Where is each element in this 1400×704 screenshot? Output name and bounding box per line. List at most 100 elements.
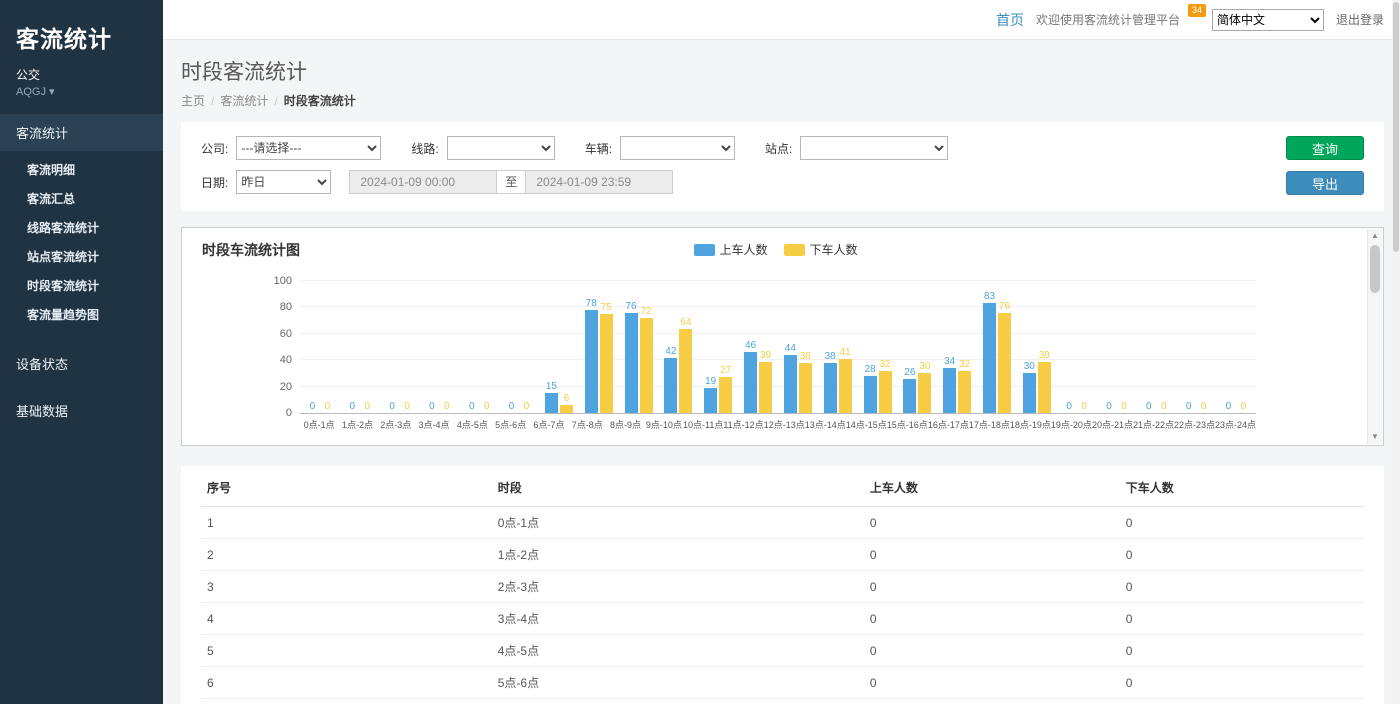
vehicle-select[interactable] bbox=[620, 136, 735, 160]
bar-group: 00 bbox=[1057, 282, 1097, 413]
y-axis-tick: 100 bbox=[274, 275, 292, 287]
bar-value-label: 6 bbox=[564, 393, 570, 404]
welcome-text: 欢迎使用客流统计管理平台 bbox=[1036, 11, 1180, 28]
sidebar-subitem[interactable]: 客流汇总 bbox=[0, 184, 163, 213]
bar-value-label: 0 bbox=[1146, 401, 1152, 412]
sidebar-subitem[interactable]: 站点客流统计 bbox=[0, 242, 163, 271]
table-row: 10点-1点00 bbox=[201, 507, 1364, 539]
date-range-separator: 至 bbox=[496, 170, 526, 194]
bar-group: 8376 bbox=[977, 282, 1017, 413]
chart-legend: 上车人数 下车人数 bbox=[693, 241, 857, 258]
bar bbox=[600, 314, 613, 413]
bar-value-label: 0 bbox=[404, 401, 410, 412]
app-logo: 客流统计 bbox=[0, 0, 163, 62]
bar-value-label: 39 bbox=[1039, 350, 1050, 361]
page-scrollbar-thumb[interactable] bbox=[1393, 2, 1399, 252]
bar-value-label: 0 bbox=[389, 401, 395, 412]
breadcrumb-separator: / bbox=[211, 94, 214, 108]
station-select[interactable] bbox=[800, 136, 948, 160]
bar-group: 00 bbox=[459, 282, 499, 413]
bar bbox=[958, 371, 971, 413]
company-select[interactable]: ---请选择--- bbox=[236, 136, 381, 160]
bar-value-label: 38 bbox=[825, 351, 836, 362]
sidebar-item-device-status[interactable]: 设备状态 bbox=[0, 345, 163, 382]
date-preset-select[interactable]: 昨日 bbox=[236, 170, 331, 194]
sidebar-subitem[interactable]: 客流明细 bbox=[0, 155, 163, 184]
bar-value-label: 0 bbox=[1226, 401, 1232, 412]
home-link[interactable]: 首页 bbox=[996, 10, 1024, 30]
vehicle-label: 车辆: bbox=[585, 140, 612, 157]
bar-value-label: 34 bbox=[944, 356, 955, 367]
user-dropdown[interactable]: AQGJ ▾ bbox=[0, 83, 163, 114]
chart-scrollbar[interactable]: ▲ ▼ bbox=[1367, 229, 1382, 444]
bar bbox=[625, 313, 638, 413]
logout-link[interactable]: 退出登录 bbox=[1336, 11, 1384, 28]
breadcrumb-home[interactable]: 主页 bbox=[181, 94, 205, 108]
bar-group: 00 bbox=[1097, 282, 1137, 413]
bar-group: 156 bbox=[539, 282, 579, 413]
content: 时段客流统计 主页/客流统计/时段客流统计 公司: ---请选择--- 线路: bbox=[163, 40, 1400, 704]
scrollbar-thumb[interactable] bbox=[1370, 245, 1380, 293]
bar-value-label: 72 bbox=[640, 306, 651, 317]
bar-value-label: 76 bbox=[625, 301, 636, 312]
export-button[interactable]: 导出 bbox=[1286, 171, 1364, 195]
bar-value-label: 19 bbox=[705, 376, 716, 387]
x-axis-label: 22点-23点 bbox=[1174, 418, 1215, 431]
scroll-up-icon[interactable]: ▲ bbox=[1368, 229, 1382, 243]
breadcrumb-section[interactable]: 客流统计 bbox=[220, 94, 268, 108]
line-select[interactable] bbox=[447, 136, 555, 160]
bar bbox=[879, 371, 892, 413]
bar-value-label: 0 bbox=[509, 401, 515, 412]
bar bbox=[1023, 373, 1036, 413]
bar-group: 4639 bbox=[738, 282, 778, 413]
bar-value-label: 0 bbox=[325, 401, 331, 412]
sidebar-item-base-data[interactable]: 基础数据 bbox=[0, 392, 163, 429]
bar-group: 3841 bbox=[818, 282, 858, 413]
bar-value-label: 0 bbox=[1201, 401, 1207, 412]
bar-group: 2832 bbox=[858, 282, 898, 413]
company-label: 公司: bbox=[201, 140, 228, 157]
bar-value-label: 38 bbox=[800, 351, 811, 362]
col-header-boarding: 上车人数 bbox=[864, 468, 1120, 507]
bar bbox=[903, 379, 916, 413]
bar-value-label: 0 bbox=[1121, 401, 1127, 412]
bar bbox=[839, 359, 852, 413]
bar bbox=[545, 393, 558, 413]
x-axis-label: 21点-22点 bbox=[1133, 418, 1174, 431]
table-row: 76点-7点156 bbox=[201, 699, 1364, 704]
page-scrollbar[interactable] bbox=[1392, 0, 1400, 704]
x-axis-label: 23点-24点 bbox=[1215, 418, 1256, 431]
notification-badge[interactable]: 34 bbox=[1188, 4, 1206, 17]
bar-value-label: 0 bbox=[524, 401, 530, 412]
legend-item-alighting[interactable]: 下车人数 bbox=[784, 241, 858, 258]
y-axis-tick: 80 bbox=[280, 301, 292, 313]
result-table: 序号 时段 上车人数 下车人数 10点-1点0021点-2点0032点-3点00… bbox=[201, 468, 1364, 704]
scroll-down-icon[interactable]: ▼ bbox=[1368, 430, 1382, 444]
app-window: 客流统计 公交 AQGJ ▾ 客流统计 客流明细客流汇总线路客流统计站点客流统计… bbox=[0, 0, 1400, 704]
x-axis-label: 7点-8点 bbox=[568, 418, 606, 431]
date-from-input[interactable] bbox=[349, 170, 497, 194]
bar-group: 00 bbox=[300, 282, 340, 413]
sidebar-subitem[interactable]: 时段客流统计 bbox=[0, 271, 163, 300]
filter-panel: 公司: ---请选择--- 线路: 车辆: 站点: bbox=[181, 122, 1384, 211]
bar bbox=[679, 329, 692, 413]
bar-value-label: 0 bbox=[364, 401, 370, 412]
bar bbox=[719, 377, 732, 413]
bar-value-label: 27 bbox=[720, 365, 731, 376]
breadcrumb: 主页/客流统计/时段客流统计 bbox=[181, 92, 1384, 109]
date-to-input[interactable] bbox=[525, 170, 673, 194]
x-axis-label: 17点-18点 bbox=[969, 418, 1010, 431]
language-select[interactable]: 简体中文 bbox=[1212, 9, 1324, 31]
breadcrumb-current: 时段客流统计 bbox=[284, 94, 356, 108]
station-label: 站点: bbox=[765, 140, 792, 157]
bar-value-label: 44 bbox=[785, 343, 796, 354]
bar bbox=[983, 303, 996, 413]
sidebar-subitem[interactable]: 客流量趋势图 bbox=[0, 300, 163, 329]
sidebar-item-passenger-stats[interactable]: 客流统计 bbox=[0, 114, 163, 151]
query-button[interactable]: 查询 bbox=[1286, 136, 1364, 160]
bar-group: 76 72 bbox=[619, 282, 659, 413]
bar-value-label: 32 bbox=[959, 359, 970, 370]
sidebar-subitem[interactable]: 线路客流统计 bbox=[0, 213, 163, 242]
legend-item-boarding[interactable]: 上车人数 bbox=[693, 241, 767, 258]
table-row: 32点-3点00 bbox=[201, 571, 1364, 603]
